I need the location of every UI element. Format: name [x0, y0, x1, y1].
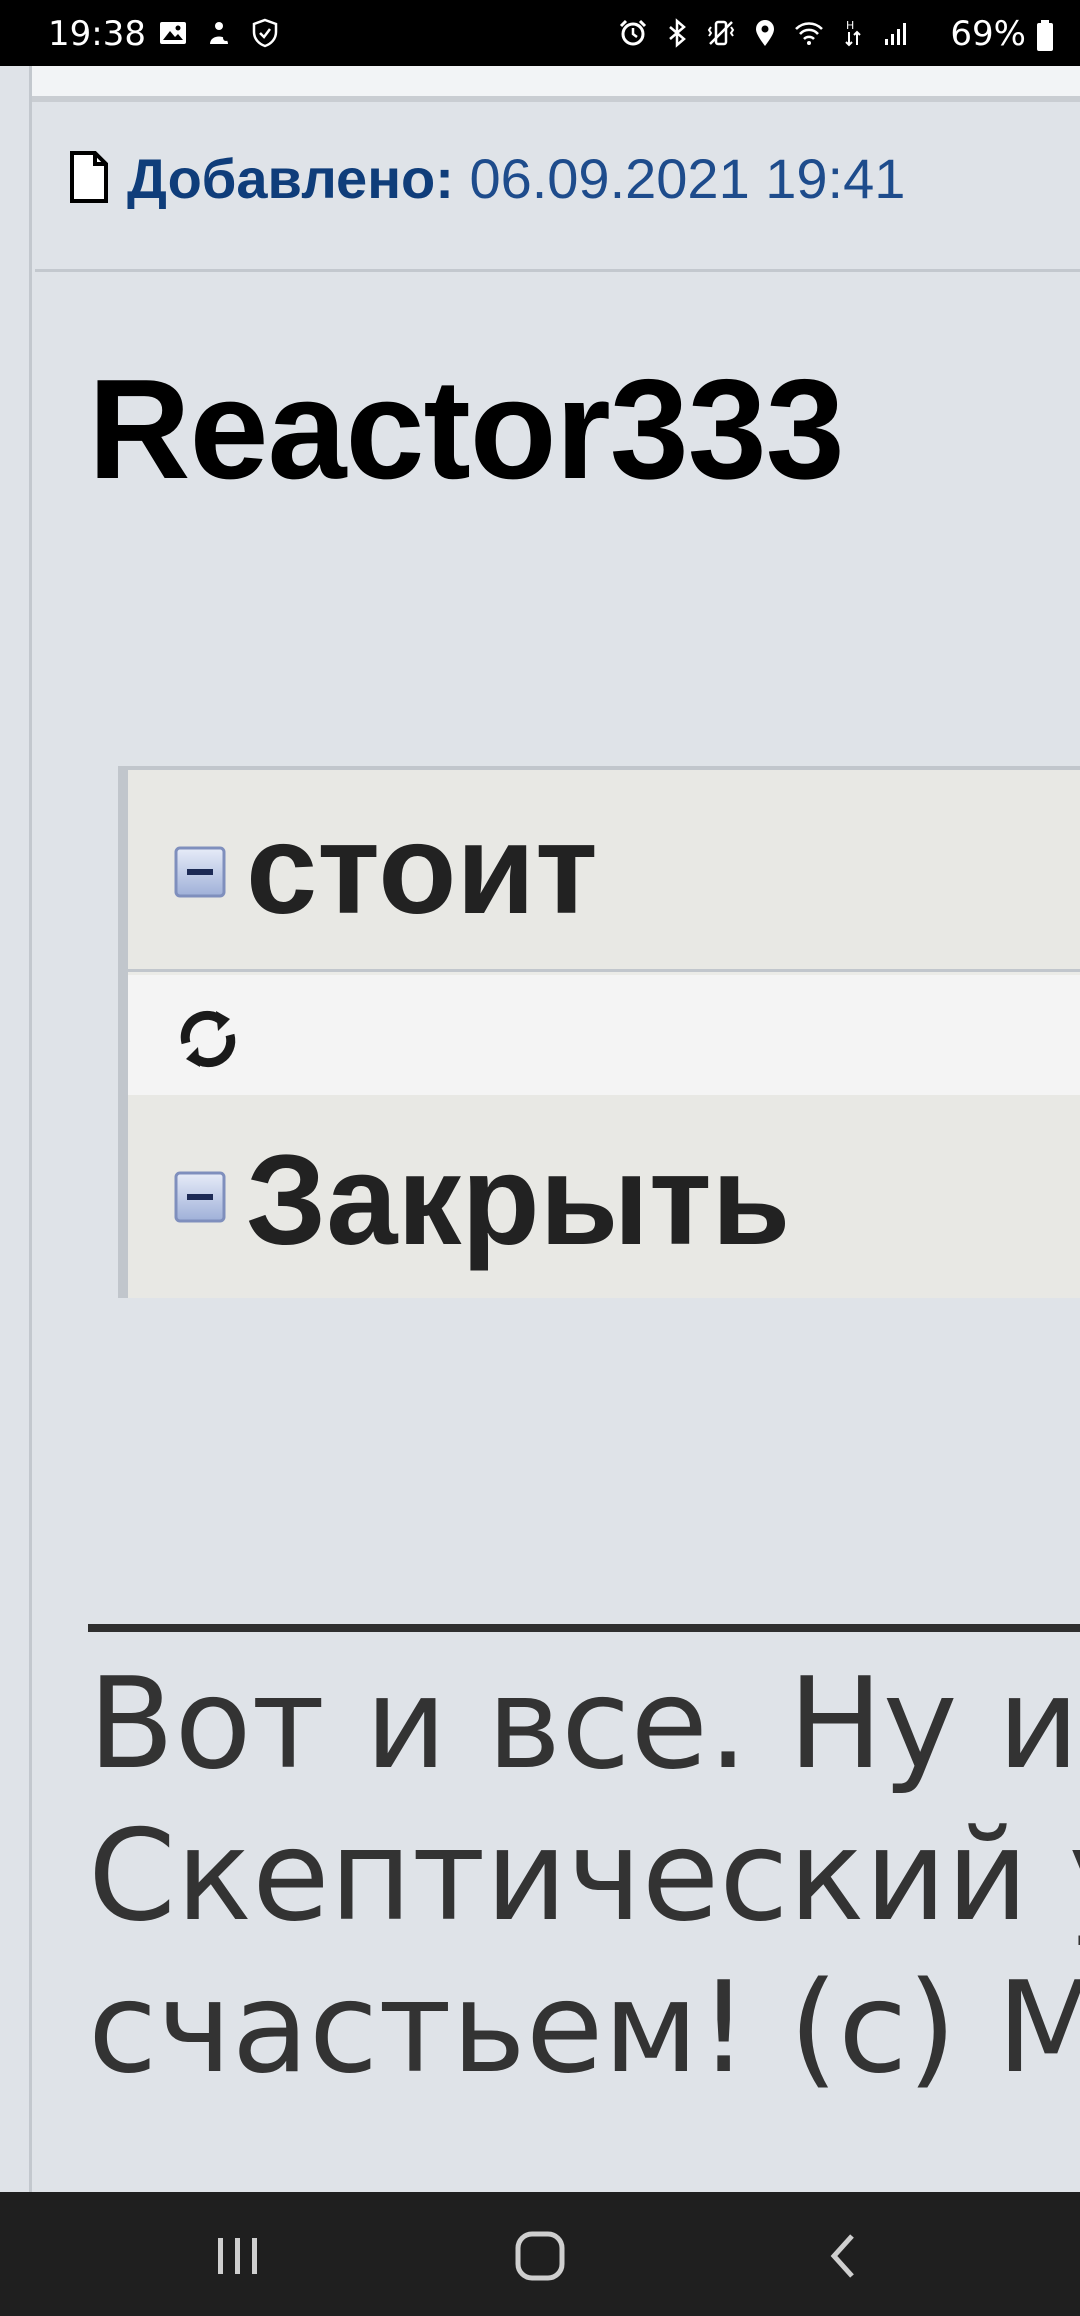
- spoiler-footer[interactable]: Закрыть: [128, 1095, 1080, 1298]
- location-icon: [756, 20, 774, 46]
- spoiler-header-label: стоит: [246, 798, 598, 941]
- battery-icon: [1037, 20, 1053, 51]
- spoiler-close-label: Закрыть: [246, 1129, 791, 1272]
- battery-percent: 69%: [950, 14, 1026, 54]
- bluetooth-icon: [669, 18, 686, 48]
- post-text: Reactor333: [88, 350, 845, 509]
- wifi-icon: [795, 22, 823, 45]
- signature-line-1: Вот и все. Ну и ч: [88, 1650, 1080, 1797]
- left-rail: [0, 66, 32, 2192]
- alarm-icon: [619, 19, 647, 46]
- spoiler-content: [128, 975, 1080, 1095]
- spoiler-block: стоит Закрыть: [118, 766, 1080, 1298]
- gallery-icon: [160, 22, 186, 44]
- signature-divider: [88, 1624, 1080, 1632]
- document-icon: [70, 151, 108, 203]
- signal-icon: [885, 23, 906, 45]
- signature-line-2: Скептический ум: [88, 1802, 1080, 1949]
- vibrate-icon: [707, 20, 735, 46]
- notification-icon: [210, 22, 229, 44]
- post-date: Добавлено: 06.09.2021 19:41: [127, 146, 905, 211]
- signature-line-3: счастьем! (с) Ма: [88, 1954, 1080, 2101]
- spoiler-header[interactable]: стоит: [128, 770, 1080, 972]
- post-header: Добавлено: 06.09.2021 19:41: [35, 102, 1080, 272]
- status-right-icons: H: [618, 18, 912, 48]
- refresh-icon[interactable]: [172, 1003, 244, 1075]
- collapse-minus-icon[interactable]: [174, 846, 226, 898]
- signature: Вот и все. Ну и ч Скептический ум счасть…: [88, 1648, 1080, 2104]
- home-icon[interactable]: [510, 2228, 570, 2284]
- shield-icon: [252, 18, 278, 48]
- page-top-border: [0, 66, 1080, 102]
- svg-text:H: H: [846, 19, 854, 32]
- data-arrows-icon: H: [845, 19, 861, 47]
- recent-apps-icon[interactable]: [208, 2228, 268, 2284]
- navigation-bar: [0, 2192, 1080, 2316]
- status-time: 19:38: [48, 14, 146, 54]
- status-left-icons: [158, 18, 280, 48]
- added-label: Добавлено:: [127, 147, 454, 210]
- added-value: 06.09.2021 19:41: [469, 147, 906, 210]
- status-bar: 19:38 H 69%: [0, 0, 1080, 66]
- close-minus-icon[interactable]: [174, 1171, 226, 1223]
- back-icon[interactable]: [814, 2228, 874, 2284]
